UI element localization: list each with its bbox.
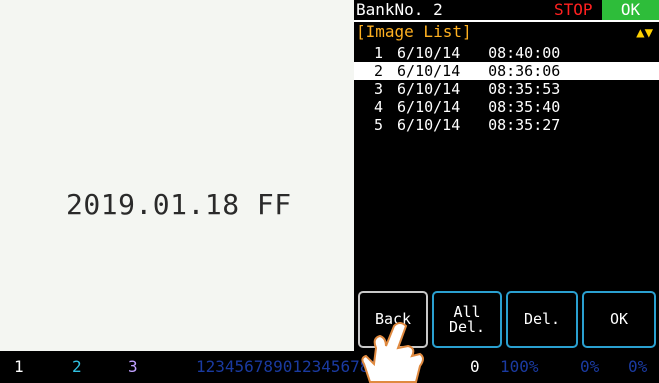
image-list: 1 6/10/14 08:40:00 2 6/10/14 08:36:06 3 6/…	[354, 44, 659, 134]
image-num: 3	[374, 80, 384, 98]
camera-print-text: 2019.01.18 FF	[66, 188, 292, 221]
status-slot-3: 3	[128, 357, 138, 376]
image-date: 6/10/14	[397, 62, 461, 80]
image-time: 08:36:06	[488, 62, 561, 80]
status-count: 0	[470, 357, 480, 376]
all-delete-button[interactable]: All Del.	[432, 291, 502, 348]
image-num: 2	[374, 62, 384, 80]
status-indicator: STOP	[554, 0, 593, 19]
all-delete-label-2: Del.	[448, 317, 486, 336]
image-date: 6/10/14	[397, 80, 461, 98]
bank-number: BankNo. 2	[356, 0, 443, 19]
list-title-text: [Image List]	[356, 22, 472, 41]
image-date: 6/10/14	[397, 116, 461, 134]
scroll-arrows-icon[interactable]: ▲▼	[636, 23, 653, 43]
camera-view: 2019.01.18 FF	[0, 0, 354, 351]
image-list-row[interactable]: 2 6/10/14 08:36:06	[354, 62, 659, 80]
image-date: 6/10/14	[397, 98, 461, 116]
image-num: 4	[374, 98, 384, 116]
delete-button[interactable]: Del.	[506, 291, 578, 348]
status-percent-3: 0%	[628, 357, 648, 376]
status-slot-1: 1	[14, 351, 24, 383]
list-title: [Image List] ▲▼	[354, 20, 659, 43]
image-list-row[interactable]: 3 6/10/14 08:35:53	[354, 80, 659, 98]
image-list-row[interactable]: 1 6/10/14 08:40:00	[354, 44, 659, 62]
image-time: 08:35:53	[488, 80, 561, 98]
image-time: 08:40:00	[488, 44, 561, 62]
image-date: 6/10/14	[397, 44, 461, 62]
image-time: 08:35:40	[488, 98, 561, 116]
status-slot-2: 2	[72, 357, 82, 376]
ok-button[interactable]: OK	[582, 291, 656, 348]
image-num: 5	[374, 116, 384, 134]
status-percent-2: 0%	[580, 357, 600, 376]
image-num: 1	[374, 44, 384, 62]
status-percent-1: 100%	[500, 357, 539, 376]
image-list-row[interactable]: 4 6/10/14 08:35:40	[354, 98, 659, 116]
pointing-hand-icon	[361, 322, 424, 383]
ok-indicator: OK	[602, 0, 659, 20]
image-list-row[interactable]: 5 6/10/14 08:35:27	[354, 116, 659, 134]
image-time: 08:35:27	[488, 116, 561, 134]
image-list-panel: BankNo. 2 STOP OK [Image List] ▲▼ 1 6/10…	[354, 0, 659, 351]
